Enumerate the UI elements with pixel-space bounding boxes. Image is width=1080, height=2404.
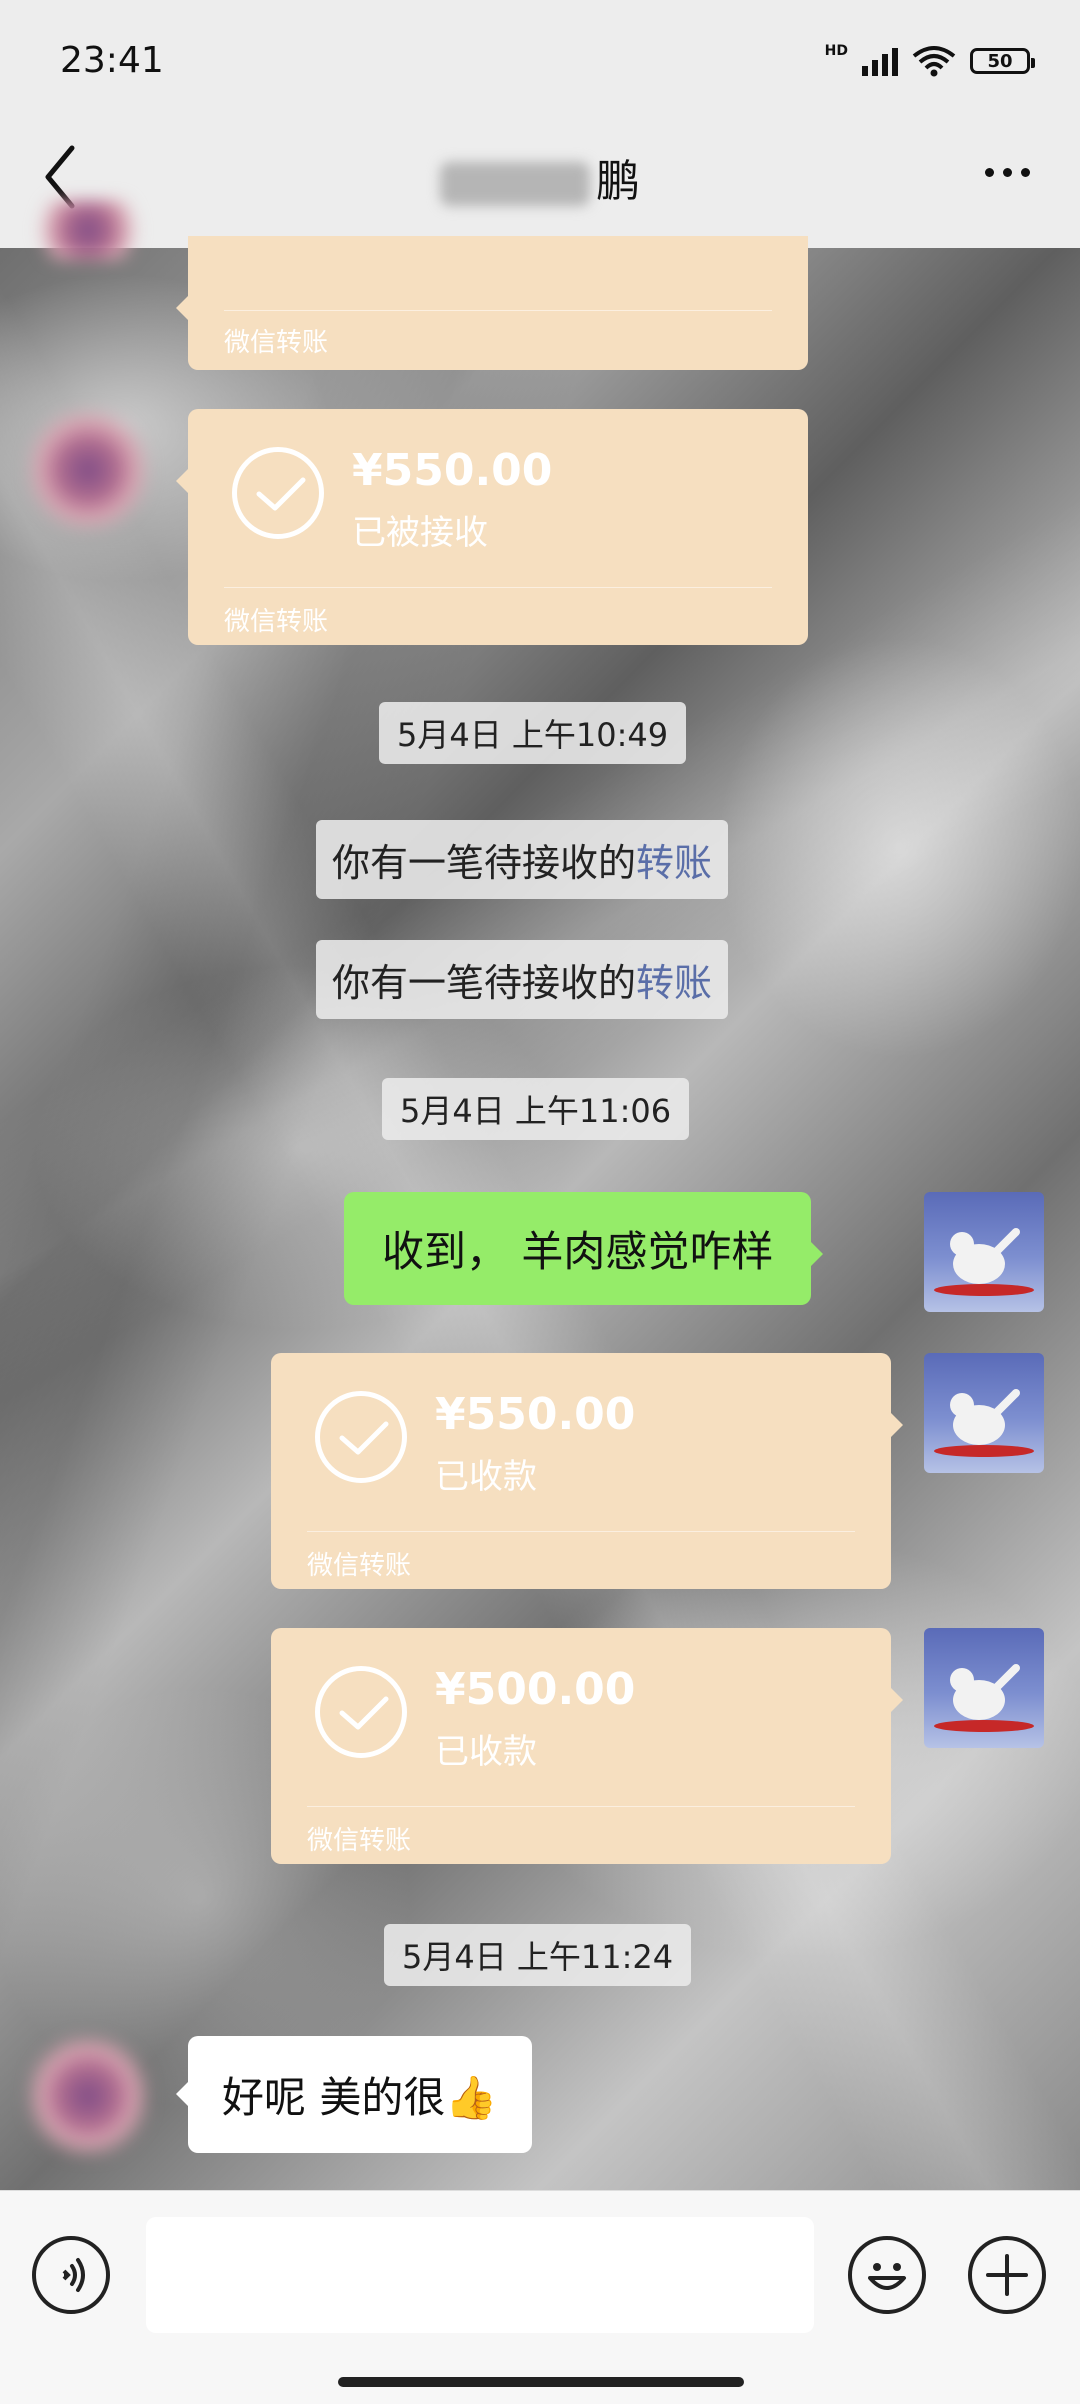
outgoing-message[interactable]: 收到， 羊肉感觉咋样: [344, 1192, 824, 1305]
transfer-link[interactable]: 转账: [636, 961, 712, 1005]
battery-icon: 50: [970, 48, 1035, 74]
plus-icon[interactable]: [968, 2236, 1046, 2314]
voice-icon[interactable]: [32, 2236, 110, 2314]
top-bar: 23:41 HD 50 鹏: [0, 0, 1080, 248]
polar-bear-icon: [934, 1664, 1034, 1732]
check-circle-icon: [315, 1391, 407, 1483]
avatar-contact-partial[interactable]: [28, 200, 148, 260]
transfer-brand: 微信转账: [307, 1826, 412, 1856]
chat-title: 鹏: [430, 145, 650, 209]
incoming-message[interactable]: 好呢 美的很👍: [176, 2036, 532, 2153]
timestamp: 5月4日 上午11:24: [384, 1924, 692, 1986]
signal-icon: [862, 46, 898, 76]
status-icons: HD 50: [824, 43, 1035, 78]
more-horizontal-icon[interactable]: [985, 168, 1030, 177]
system-message-text: 你有一笔待接收的: [332, 961, 637, 1005]
transfer-card-partial[interactable]: 微信转账: [176, 236, 808, 370]
blurred-name: [440, 162, 590, 206]
transfer-card-collected[interactable]: ¥550.00 已收款 微信转账: [271, 1353, 903, 1589]
input-bar: [0, 2190, 1080, 2404]
transfer-amount: ¥550.00: [435, 1389, 636, 1440]
timestamp: 5月4日 上午10:49: [379, 702, 687, 764]
home-indicator: [338, 2377, 744, 2387]
check-circle-icon: [315, 1666, 407, 1758]
system-message: 你有一笔待接收的转账: [316, 940, 729, 1019]
transfer-brand: 微信转账: [224, 328, 329, 358]
network-label: HD: [824, 43, 848, 59]
transfer-status: 已被接收: [352, 513, 488, 553]
system-message-text: 你有一笔待接收的: [332, 841, 637, 885]
status-time: 23:41: [60, 40, 164, 81]
timestamp: 5月4日 上午11:06: [382, 1078, 690, 1140]
transfer-amount: ¥500.00: [435, 1664, 636, 1715]
avatar-self[interactable]: [924, 1628, 1044, 1748]
chat-title-text: 鹏: [596, 156, 640, 207]
avatar-self[interactable]: [924, 1192, 1044, 1312]
avatar-self[interactable]: [924, 1353, 1044, 1473]
transfer-status: 已收款: [435, 1732, 537, 1772]
transfer-card-received[interactable]: ¥550.00 已被接收 微信转账: [176, 409, 808, 645]
avatar-contact[interactable]: [28, 410, 148, 530]
system-message: 你有一笔待接收的转账: [316, 820, 729, 899]
transfer-amount: ¥550.00: [352, 445, 553, 496]
emoji-icon[interactable]: [848, 2236, 926, 2314]
transfer-brand: 微信转账: [307, 1551, 412, 1581]
polar-bear-icon: [934, 1228, 1034, 1296]
transfer-card-collected[interactable]: ¥500.00 已收款 微信转账: [271, 1628, 903, 1864]
check-circle-icon: [232, 447, 324, 539]
battery-level: 50: [987, 50, 1013, 72]
avatar-contact[interactable]: [28, 2036, 148, 2156]
message-input[interactable]: [146, 2217, 814, 2333]
transfer-link[interactable]: 转账: [636, 841, 712, 885]
polar-bear-icon: [934, 1389, 1034, 1457]
wifi-icon: [912, 46, 956, 77]
transfer-brand: 微信转账: [224, 607, 329, 637]
transfer-status: 已收款: [435, 1457, 537, 1497]
